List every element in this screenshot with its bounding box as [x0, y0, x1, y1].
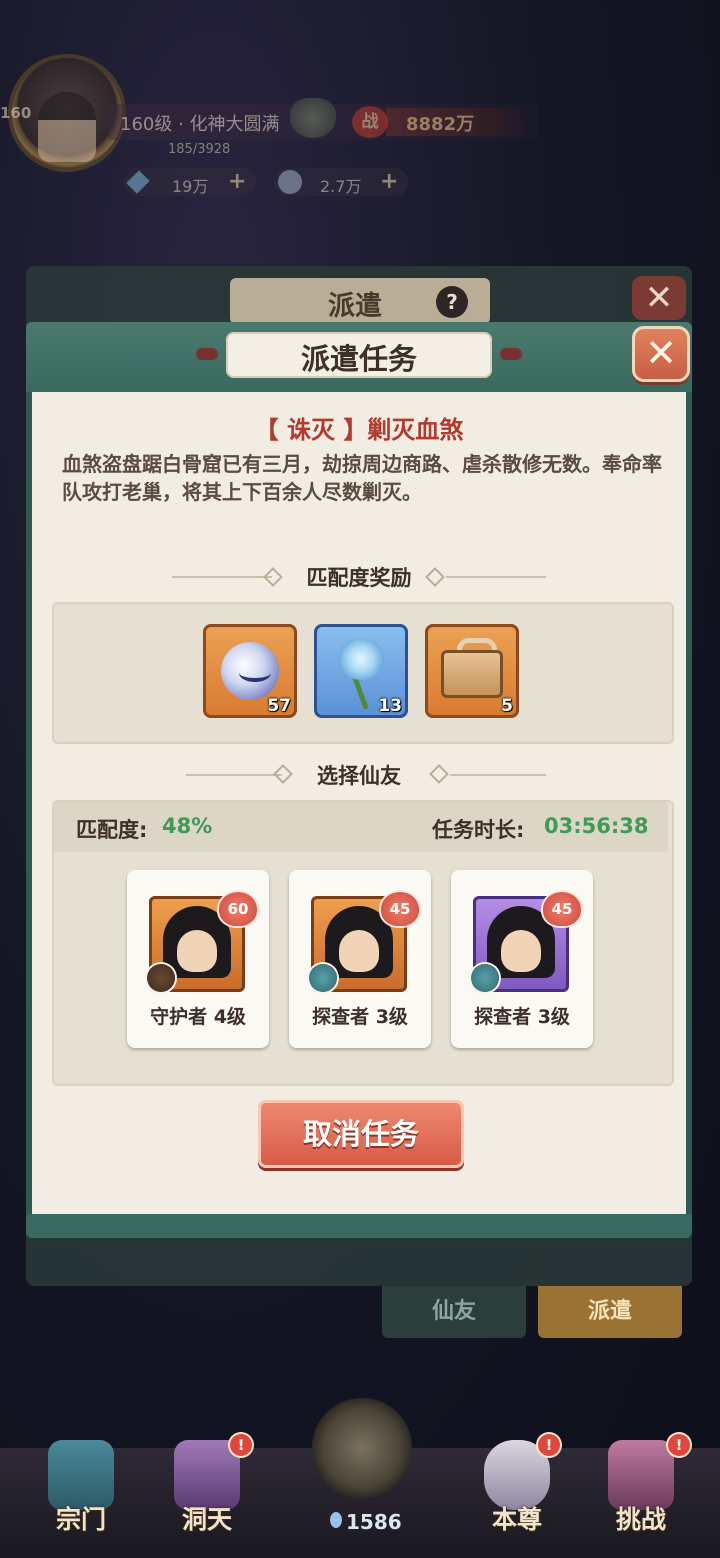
add-gems-button[interactable]: +	[228, 169, 246, 194]
nav-label: 挑战	[615, 1505, 666, 1534]
select-heading: 选择仙友	[317, 764, 401, 788]
companion-role: 守护者 4级	[150, 1006, 246, 1028]
mission-description: 血煞盗盘踞白骨窟已有三月，劫掠周边商路、虐杀散修无数。奉命率队攻打老巢，将其上下…	[62, 452, 662, 504]
nav-challenge[interactable]: 挑战 !	[586, 1430, 696, 1558]
center-compass-button[interactable]	[312, 1398, 412, 1498]
player-avatar-face	[38, 92, 96, 162]
treasure-chest-icon	[441, 650, 503, 698]
coin-value: 2.7万	[320, 177, 362, 196]
dispatch-title: 派遣	[328, 291, 382, 322]
divider-right	[450, 774, 546, 776]
companion-card[interactable]: 45 探查者 3级	[451, 870, 593, 1048]
alert-badge: !	[230, 1434, 252, 1456]
dialog-title: 派遣任务	[300, 342, 417, 376]
shield-icon	[147, 964, 175, 992]
duration-label: 任务时长:	[432, 818, 525, 842]
dispatch-close-icon[interactable]: ✕	[632, 276, 686, 320]
level-heart-badge: 45	[543, 892, 581, 926]
nav-label: 宗门	[55, 1505, 106, 1534]
power-value: 8882万	[406, 114, 475, 135]
companion-card[interactable]: 60 守护者 4级	[127, 870, 269, 1048]
player-level-badge: 160	[0, 104, 32, 122]
companion-card[interactable]: 45 探查者 3级	[289, 870, 431, 1048]
spirit-coin-icon	[278, 170, 302, 194]
compass-icon	[471, 964, 499, 992]
mission-name: 【 诛灭 】剿灭血煞	[254, 416, 464, 444]
duration-value: 03:56:38	[544, 814, 649, 838]
match-label: 匹配度:	[76, 818, 148, 842]
gem-value: 19万	[172, 177, 209, 196]
blue-rose-icon	[338, 638, 384, 680]
orb-swirl	[239, 664, 271, 682]
reward-count: 57	[267, 696, 291, 716]
face	[177, 930, 217, 972]
mission-dialog-footer	[26, 1214, 692, 1238]
nav-cave[interactable]: 洞天 !	[152, 1430, 262, 1558]
level-heart-badge: 60	[219, 892, 257, 926]
tab-dispatch[interactable]: 派遣	[538, 1286, 682, 1338]
reward-count: 5	[501, 696, 513, 716]
nav-self[interactable]: 本尊 !	[462, 1430, 572, 1558]
rose-stem	[352, 676, 369, 710]
compass-icon	[309, 964, 337, 992]
level-title: 160级 · 化神大圆满	[120, 114, 280, 135]
reward-item[interactable]: 13	[314, 624, 408, 718]
alert-badge: !	[538, 1434, 560, 1456]
help-icon[interactable]: ?	[436, 286, 468, 318]
rewards-heading: 匹配度奖励	[306, 566, 412, 590]
face	[339, 930, 379, 972]
reward-item[interactable]: 5	[425, 624, 519, 718]
add-coins-button[interactable]: +	[380, 169, 398, 194]
reward-count: 13	[378, 696, 402, 716]
close-button[interactable]: ✕	[632, 326, 690, 382]
power-icon: 战	[352, 106, 388, 138]
title-ornament-left	[196, 348, 218, 360]
alert-badge: !	[668, 1434, 690, 1456]
companion-role: 探查者 3级	[474, 1006, 570, 1028]
nav-label: 洞天	[181, 1505, 232, 1534]
center-value: 1586	[346, 1510, 402, 1534]
level-heart-badge: 45	[381, 892, 419, 926]
reward-item[interactable]: 57	[203, 624, 297, 718]
nav-label: 本尊	[491, 1505, 542, 1534]
cauldron-icon[interactable]	[290, 98, 336, 138]
face	[501, 930, 541, 972]
title-ornament-right	[500, 348, 522, 360]
exp-text: 185/3928	[168, 142, 231, 157]
match-value: 48%	[162, 814, 213, 838]
cancel-mission-button[interactable]: 取消任务	[258, 1100, 464, 1168]
tab-companions[interactable]: 仙友	[382, 1286, 526, 1338]
divider-right	[446, 576, 546, 578]
companion-role: 探查者 3级	[312, 1006, 408, 1028]
nav-sect[interactable]: 宗门	[26, 1430, 136, 1558]
